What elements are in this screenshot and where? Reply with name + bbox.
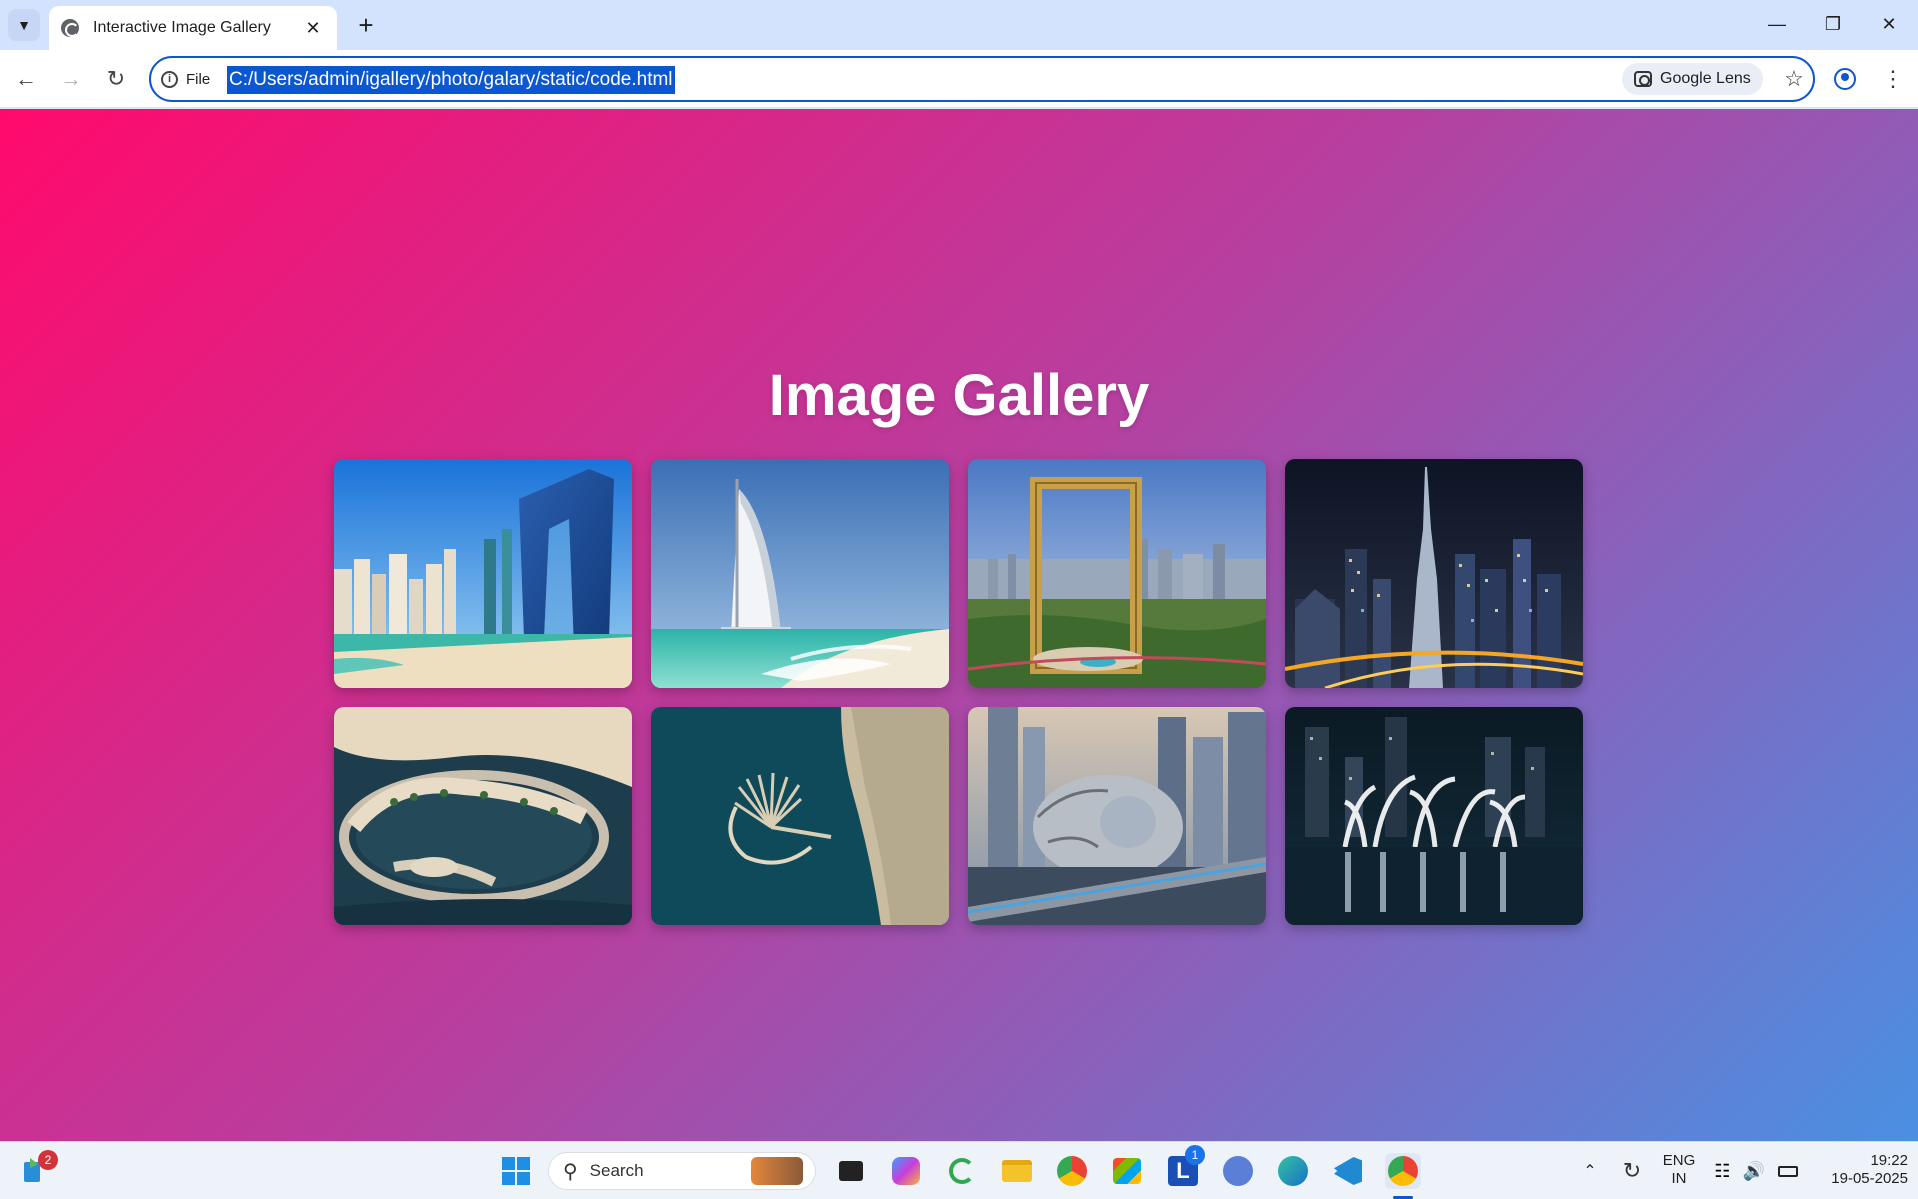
tab-search-button[interactable]: ▼ bbox=[8, 9, 40, 41]
mountain-app-button[interactable] bbox=[1220, 1153, 1256, 1189]
l-app-badge: 1 bbox=[1185, 1145, 1205, 1165]
circular-arrows-icon bbox=[949, 1158, 975, 1184]
sync-icon: ↻ bbox=[1622, 1158, 1642, 1183]
chrome-icon bbox=[1057, 1156, 1087, 1186]
minimize-button[interactable]: — bbox=[1749, 0, 1805, 48]
start-button[interactable] bbox=[498, 1153, 534, 1189]
google-lens-button[interactable]: Google Lens bbox=[1622, 63, 1763, 95]
browser-menu-icon[interactable]: ⋮ bbox=[1876, 62, 1910, 96]
language-line1: ENG bbox=[1662, 1152, 1696, 1169]
windows-taskbar: 2 ⚲ Search L 1 ⌃ ↻ ENG IN ☷ 🔊 19:22 19-0… bbox=[0, 1141, 1918, 1199]
restore-button[interactable]: ❐ bbox=[1805, 0, 1861, 48]
refresh-app-button[interactable] bbox=[944, 1153, 980, 1189]
chrome-profile-button[interactable] bbox=[1054, 1153, 1090, 1189]
site-info-button[interactable]: i File bbox=[161, 66, 210, 92]
browser-tab-active[interactable]: Interactive Image Gallery ✕ bbox=[49, 6, 337, 50]
marina-photo bbox=[334, 459, 632, 688]
gallery-image-dubai-fountain[interactable] bbox=[1285, 707, 1583, 925]
palm-jumeirah-photo bbox=[651, 707, 949, 925]
clock-date: 19-05-2025 bbox=[1831, 1170, 1908, 1187]
copilot-icon bbox=[892, 1157, 920, 1185]
folder-icon bbox=[1002, 1160, 1032, 1182]
search-icon: ⚲ bbox=[563, 1160, 578, 1183]
lens-icon bbox=[1634, 71, 1652, 87]
page-title: Image Gallery bbox=[768, 363, 1150, 428]
battery-icon bbox=[1777, 1165, 1798, 1177]
vscode-icon bbox=[1334, 1157, 1362, 1185]
file-explorer-button[interactable] bbox=[999, 1153, 1035, 1189]
edge-button[interactable] bbox=[1275, 1153, 1311, 1189]
site-info-label: File bbox=[186, 70, 211, 88]
system-tray-status[interactable]: ☷ 🔊 bbox=[1708, 1153, 1804, 1189]
vscode-button[interactable] bbox=[1330, 1153, 1366, 1189]
windows-logo-icon bbox=[502, 1157, 530, 1185]
browser-toolbar: ← → ↻ i File C:/Users/admin/igallery/pho… bbox=[0, 50, 1918, 108]
task-view-icon bbox=[839, 1161, 863, 1181]
image-gallery bbox=[334, 459, 1585, 925]
language-indicator[interactable]: ENG IN bbox=[1657, 1152, 1701, 1188]
address-bar[interactable]: i File C:/Users/admin/igallery/photo/gal… bbox=[149, 56, 1815, 102]
microsoft-store-button[interactable] bbox=[1109, 1153, 1145, 1189]
info-icon: i bbox=[161, 70, 178, 88]
new-tab-button[interactable]: + bbox=[350, 9, 382, 41]
profile-icon bbox=[1834, 68, 1856, 90]
island-resort-photo bbox=[334, 707, 632, 925]
show-hidden-icons-button[interactable]: ⌃ bbox=[1572, 1153, 1608, 1189]
widgets-badge: 2 bbox=[38, 1150, 58, 1170]
clock[interactable]: 19:22 19-05-2025 bbox=[1808, 1152, 1908, 1188]
dubai-frame-photo bbox=[968, 459, 1266, 688]
night-skyline-photo bbox=[1285, 459, 1583, 688]
burj-al-arab-photo bbox=[651, 459, 949, 688]
gallery-image-museum-of-future[interactable] bbox=[968, 707, 1266, 925]
chrome-active-icon bbox=[1388, 1156, 1418, 1186]
back-button[interactable]: ← bbox=[9, 62, 43, 96]
close-window-button[interactable]: ✕ bbox=[1861, 0, 1917, 48]
gallery-image-marina[interactable] bbox=[334, 459, 632, 688]
globe-icon bbox=[61, 19, 79, 37]
bookmark-star-icon[interactable]: ☆ bbox=[1777, 62, 1811, 96]
mountain-icon bbox=[1223, 1156, 1253, 1186]
museum-of-future-photo bbox=[968, 707, 1266, 925]
edge-icon bbox=[1278, 1156, 1308, 1186]
gallery-image-night-skyline[interactable] bbox=[1285, 459, 1583, 688]
reload-button[interactable]: ↻ bbox=[99, 62, 133, 96]
sync-button[interactable]: ↻ bbox=[1614, 1153, 1650, 1189]
copilot-button[interactable] bbox=[888, 1153, 924, 1189]
profile-button[interactable] bbox=[1828, 62, 1862, 96]
chrome-active-button[interactable] bbox=[1385, 1153, 1421, 1189]
gallery-image-dubai-frame[interactable] bbox=[968, 459, 1266, 688]
gallery-image-burj-al-arab[interactable] bbox=[651, 459, 949, 688]
forward-button[interactable]: → bbox=[54, 62, 88, 96]
task-view-button[interactable] bbox=[833, 1153, 869, 1189]
browser-tabstrip: ▼ Interactive Image Gallery ✕ + — ❐ ✕ bbox=[0, 0, 1918, 50]
taskbar-search-label: Search bbox=[589, 1161, 644, 1180]
taskbar-search[interactable]: ⚲ Search bbox=[548, 1152, 816, 1190]
tab-title: Interactive Image Gallery bbox=[93, 19, 271, 36]
dubai-fountain-photo bbox=[1285, 707, 1583, 925]
url-text[interactable]: C:/Users/admin/igallery/photo/galary/sta… bbox=[227, 66, 675, 94]
store-icon bbox=[1113, 1158, 1141, 1184]
chevron-down-icon: ▼ bbox=[17, 17, 31, 33]
google-lens-label: Google Lens bbox=[1660, 70, 1751, 87]
volume-icon: 🔊 bbox=[1742, 1160, 1766, 1181]
gallery-image-palm-jumeirah[interactable] bbox=[651, 707, 949, 925]
chevron-up-icon: ⌃ bbox=[1583, 1163, 1597, 1180]
gallery-image-island-resort[interactable] bbox=[334, 707, 632, 925]
clock-time: 19:22 bbox=[1870, 1152, 1908, 1169]
page-viewport: Image Gallery bbox=[0, 109, 1918, 1141]
wifi-icon: ☷ bbox=[1714, 1160, 1731, 1181]
search-highlight-icon bbox=[751, 1157, 803, 1185]
close-tab-icon[interactable]: ✕ bbox=[301, 16, 325, 40]
language-line2: IN bbox=[1671, 1170, 1687, 1187]
